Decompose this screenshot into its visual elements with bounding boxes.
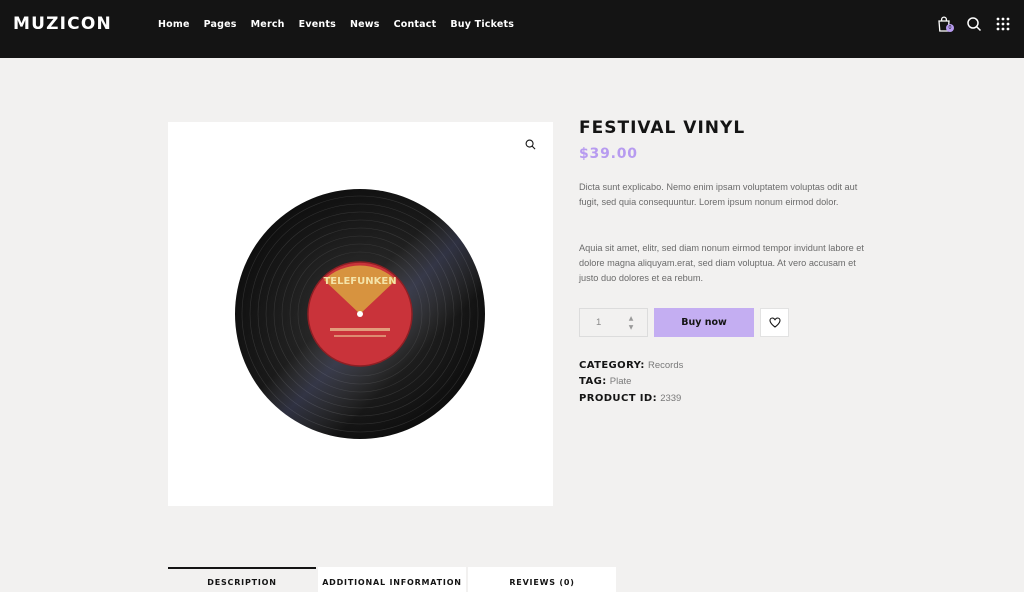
search-icon — [967, 17, 982, 32]
product-price: $39.00 — [579, 146, 638, 162]
nav-contact[interactable]: Contact — [394, 19, 437, 30]
record-label-text: TELEFUNKEN — [323, 276, 396, 287]
wishlist-button[interactable] — [760, 308, 789, 337]
quantity-value[interactable]: 1 — [596, 317, 601, 328]
nav-merch[interactable]: Merch — [251, 19, 285, 30]
tab-description[interactable]: DESCRIPTION — [168, 567, 316, 592]
product-id-key: PRODUCT ID: — [579, 393, 658, 404]
top-navbar: MUZICON Home Pages Merch Events News Con… — [0, 0, 1024, 58]
product-tabs: DESCRIPTION ADDITIONAL INFORMATION REVIE… — [168, 567, 618, 592]
product-category: CATEGORY: Records — [579, 360, 683, 371]
nav-news[interactable]: News — [350, 19, 380, 30]
product-title: FESTIVAL VINYL — [579, 118, 746, 138]
site-logo[interactable]: MUZICON — [13, 14, 112, 34]
tab-reviews[interactable]: REVIEWS (0) — [468, 567, 616, 592]
tab-additional-information[interactable]: ADDITIONAL INFORMATION — [318, 567, 466, 592]
category-key: CATEGORY: — [579, 360, 645, 371]
buy-now-button[interactable]: Buy now — [654, 308, 754, 337]
quantity-increase-icon[interactable]: ▲ — [627, 316, 635, 322]
nav-events[interactable]: Events — [299, 19, 336, 30]
cart-button[interactable]: 0 — [937, 16, 955, 34]
product-description-2: Aquia sit amet, elitr, sed diam nonum ei… — [579, 243, 864, 283]
product-gallery: TELEFUNKEN — [168, 122, 553, 506]
heart-icon — [768, 317, 781, 328]
grid-menu-icon — [996, 17, 1010, 31]
vinyl-record-image[interactable]: TELEFUNKEN — [234, 188, 486, 440]
nav-home[interactable]: Home — [158, 19, 190, 30]
menu-button[interactable] — [996, 16, 1014, 34]
quantity-decrease-icon[interactable]: ▼ — [627, 325, 635, 331]
product-id-value: 2339 — [660, 393, 682, 404]
main-nav: Home Pages Merch Events News Contact Buy… — [158, 19, 528, 30]
nav-buy-tickets[interactable]: Buy Tickets — [450, 19, 514, 30]
quantity-stepper[interactable]: 1 ▲ ▼ — [579, 308, 648, 337]
product-id: PRODUCT ID: 2339 — [579, 393, 681, 404]
cart-count-badge: 0 — [946, 24, 954, 32]
search-button[interactable] — [966, 16, 984, 34]
tag-key: TAG: — [579, 376, 607, 387]
tag-link[interactable]: Plate — [610, 376, 632, 387]
zoom-button[interactable] — [519, 133, 541, 155]
product-tag: TAG: Plate — [579, 376, 631, 387]
category-link[interactable]: Records — [648, 360, 683, 371]
nav-pages[interactable]: Pages — [204, 19, 237, 30]
magnifier-zoom-icon — [525, 139, 535, 149]
product-description-1: Dicta sunt explicabo. Nemo enim ipsam vo… — [579, 182, 858, 207]
